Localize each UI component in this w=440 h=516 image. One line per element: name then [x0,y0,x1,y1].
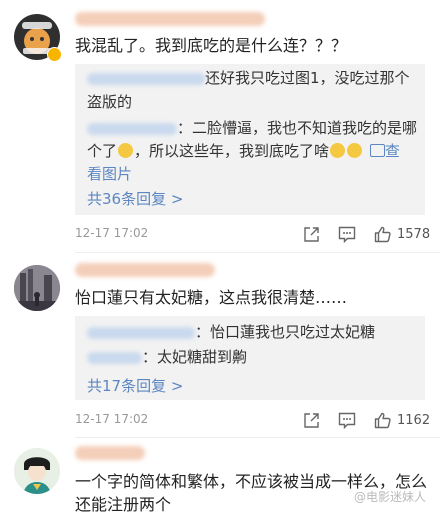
comment-icon [338,412,356,429]
comment-1: 我混乱了。我到底吃的是什么连？？？ 还好我只吃过图1，没吃过那个 盗版的 ：二脸… [0,0,440,250]
verified-badge-icon [47,47,62,62]
laughing-emoji-icon [118,143,134,158]
thumbs-up-icon [374,226,391,242]
comment-icon [338,226,356,243]
reply-text: ：二脸懵逼，我也不知道我吃的是哪 [177,119,418,137]
image-icon[interactable] [369,144,385,157]
share-button[interactable] [303,409,320,431]
reply-2: ：二脸懵逼，我也不知道我吃的是哪 [87,117,417,139]
reply-box[interactable]: ：怡口蓮我也只吃过太妃糖 ：太妃糖甜到齁 共17条回复 > [75,316,425,400]
like-button[interactable]: 1162 [374,409,430,431]
reply-2-cont: 个了 ，所以这些年，我到底吃了啥 查 [87,142,400,160]
reply-user[interactable] [87,122,177,135]
view-image-link-cont[interactable]: 看图片 [87,163,132,185]
reply-user[interactable] [87,72,205,85]
reply-2: ：太妃糖甜到齁 [87,346,247,368]
reply-text: 还好我只吃过图1，没吃过那个 [205,69,410,87]
share-icon [304,412,319,428]
like-count: 1578 [397,226,431,242]
avatar[interactable] [14,448,60,494]
more-replies-link[interactable]: 共17条回复 > [87,375,183,396]
avatar[interactable] [14,265,60,311]
reply-user[interactable] [87,326,195,339]
comment-button[interactable] [338,223,356,245]
reply-text: ：怡口蓮我也只吃过太妃糖 [195,323,376,341]
comment-meta: 12-17 17:02 1162 [75,409,430,431]
user-name[interactable] [75,12,265,26]
share-icon [304,226,319,242]
comment-text: 怡口蓮只有太妃糖，这点我很清楚…… [75,288,348,307]
comment-meta: 12-17 17:02 1578 [75,223,430,245]
reply-1: ：怡口蓮我也只吃过太妃糖 [87,321,375,343]
timestamp: 12-17 17:02 [75,412,149,426]
comment-button[interactable] [338,409,356,431]
reply-user[interactable] [87,351,142,364]
reply-1-cont: 盗版的 [87,93,133,111]
comment-2: 怡口蓮只有太妃糖，这点我很清楚…… ：怡口蓮我也只吃过太妃糖 ：太妃糖甜到齁 共… [0,253,440,433]
timestamp: 12-17 17:02 [75,226,149,240]
user-name[interactable] [75,446,145,460]
laughing-emoji-icon [347,143,363,158]
more-replies-link[interactable]: 共36条回复 > [87,188,183,209]
watermark: @电影迷妹人 [353,490,426,504]
view-image-link[interactable]: 查 [385,142,400,160]
share-button[interactable] [303,223,320,245]
like-button[interactable]: 1578 [374,223,430,245]
reply-1: 还好我只吃过图1，没吃过那个 [87,67,410,89]
reply-text: ：太妃糖甜到齁 [142,348,248,366]
comment-text: 我混乱了。我到底吃的是什么连？？？ [75,36,348,55]
laughing-emoji-icon [330,143,346,158]
user-name[interactable] [75,263,215,277]
reply-box[interactable]: 还好我只吃过图1，没吃过那个 盗版的 ：二脸懵逼，我也不知道我吃的是哪 个了 ，所… [75,64,425,215]
thumbs-up-icon [374,412,391,428]
like-count: 1162 [397,412,431,428]
